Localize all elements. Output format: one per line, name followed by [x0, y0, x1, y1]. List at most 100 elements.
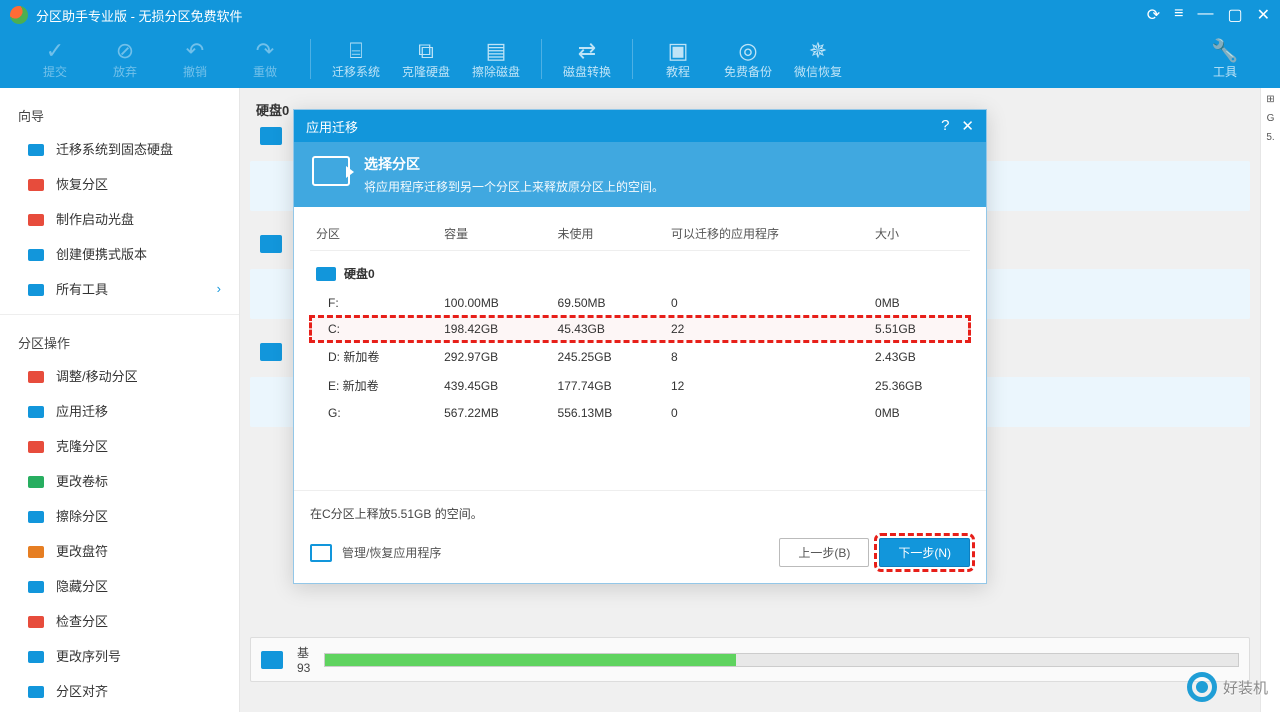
sidebar-icon [28, 247, 46, 261]
sidebar-item-label: 隐藏分区 [56, 576, 108, 595]
release-text: 在C分区上释放5.51GB 的空间。 [294, 490, 986, 528]
redo-icon: ↷ [256, 39, 274, 63]
summary-bar: 基93 [250, 637, 1250, 682]
sidebar-item-op-1[interactable]: 应用迁移 [0, 393, 239, 428]
hdd-icon: ⌸ [349, 39, 362, 63]
sidebar-item-op-5[interactable]: 更改盘符 [0, 533, 239, 568]
sidebar-icon [28, 439, 46, 453]
sidebar-item-wizard-1[interactable]: 恢复分区 [0, 166, 239, 201]
hdd-icon [316, 267, 336, 281]
manage-apps-link[interactable]: 管理/恢复应用程序 [310, 544, 441, 562]
sidebar-item-wizard-4[interactable]: 所有工具 › [0, 271, 239, 306]
discard-button[interactable]: ⊘放弃 [90, 39, 160, 80]
help-icon[interactable]: ? [941, 117, 949, 135]
cell-capacity: 567.22MB [438, 400, 551, 426]
cell-apps: 0 [665, 400, 869, 426]
sidebar-icon [28, 369, 46, 383]
wechat-recover-button[interactable]: ✵微信恢复 [783, 39, 853, 80]
cell-size: 2.43GB [869, 342, 970, 371]
wrench-icon: 🔧 [1211, 39, 1238, 63]
sidebar-item-label: 分区对齐 [56, 681, 108, 700]
app-logo-icon [10, 6, 28, 24]
sidebar-item-label: 检查分区 [56, 611, 108, 630]
cell-capacity: 100.00MB [438, 290, 551, 316]
redo-button[interactable]: ↷重做 [230, 39, 300, 80]
sidebar-item-op-9[interactable]: 分区对齐 [0, 673, 239, 708]
sidebar-item-op-6[interactable]: 隐藏分区 [0, 568, 239, 603]
sidebar-icon [28, 177, 46, 191]
sidebar-item-label: 恢复分区 [56, 174, 108, 193]
cell-unused: 245.25GB [552, 342, 665, 371]
cell-unused: 69.50MB [552, 290, 665, 316]
sidebar-item-op-3[interactable]: 更改卷标 [0, 463, 239, 498]
sidebar-item-label: 制作启动光盘 [56, 209, 134, 228]
disk-convert-button[interactable]: ⇄磁盘转换 [552, 39, 622, 80]
minimize-icon[interactable]: — [1197, 5, 1213, 25]
commit-button[interactable]: ✓提交 [20, 39, 90, 80]
usage-bar [324, 653, 1239, 667]
sidebar-icon [28, 474, 46, 488]
tutorial-button[interactable]: ▣教程 [643, 39, 713, 80]
sidebar-item-label: 所有工具 [56, 279, 108, 298]
partition-table: 分区 容量 未使用 可以迁移的应用程序 大小 硬盘0 F: 100.00MB 6… [310, 217, 970, 426]
cell-unused: 45.43GB [552, 316, 665, 342]
cancel-icon: ⊘ [116, 39, 134, 63]
sidebar-item-wizard-3[interactable]: 创建便携式版本 [0, 236, 239, 271]
summary-basic: 基93 [297, 644, 310, 675]
maximize-icon[interactable]: ▢ [1227, 5, 1242, 25]
right-panel: ⊞ G 5. [1260, 88, 1280, 712]
backup-button[interactable]: ◎免费备份 [713, 39, 783, 80]
next-button[interactable]: 下一步(N) [879, 538, 970, 567]
table-row[interactable]: G: 567.22MB 556.13MB 0 0MB [310, 400, 970, 426]
sidebar-item-op-2[interactable]: 克隆分区 [0, 428, 239, 463]
clone-disk-button[interactable]: ⧉克隆硬盘 [391, 39, 461, 80]
sidebar-item-label: 创建便携式版本 [56, 244, 147, 263]
cell-partition: D: 新加卷 [310, 342, 438, 371]
dialog-body: 分区 容量 未使用 可以迁移的应用程序 大小 硬盘0 F: 100.00MB 6… [294, 207, 986, 430]
cell-size: 25.36GB [869, 371, 970, 400]
col-unused: 未使用 [552, 217, 665, 251]
sidebar-item-label: 擦除分区 [56, 506, 108, 525]
banner-title: 选择分区 [364, 154, 664, 174]
app-migration-dialog: 应用迁移 ? ✕ 选择分区 将应用程序迁移到另一个分区上来释放原分区上的空间。 … [293, 109, 987, 584]
table-row[interactable]: E: 新加卷 439.45GB 177.74GB 12 25.36GB [310, 371, 970, 400]
sidebar-item-wizard-0[interactable]: 迁移系统到固态硬盘 [0, 131, 239, 166]
cell-unused: 556.13MB [552, 400, 665, 426]
table-row[interactable]: D: 新加卷 292.97GB 245.25GB 8 2.43GB [310, 342, 970, 371]
table-row[interactable]: F: 100.00MB 69.50MB 0 0MB [310, 290, 970, 316]
separator [310, 39, 311, 79]
sidebar-item-op-4[interactable]: 擦除分区 [0, 498, 239, 533]
dialog-titlebar: 应用迁移 ? ✕ [294, 110, 986, 142]
sidebar-item-op-10[interactable]: 属性 [0, 708, 239, 712]
grid-icon[interactable]: ⊞ [1263, 94, 1278, 105]
cell-apps: 0 [665, 290, 869, 316]
sidebar-item-wizard-2[interactable]: 制作启动光盘 [0, 201, 239, 236]
sidebar-item-op-7[interactable]: 检查分区 [0, 603, 239, 638]
menu-icon[interactable]: ≡ [1174, 5, 1183, 25]
prev-button[interactable]: 上一步(B) [779, 538, 869, 567]
erase-icon: ▤ [486, 39, 507, 63]
sidebar-item-label: 克隆分区 [56, 436, 108, 455]
undo-button[interactable]: ↶撤销 [160, 39, 230, 80]
migrate-os-button[interactable]: ⌸迁移系统 [321, 39, 391, 80]
drive-letter: G [1263, 113, 1278, 124]
table-row[interactable]: C: 198.42GB 45.43GB 22 5.51GB [310, 316, 970, 342]
sidebar-item-op-0[interactable]: 调整/移动分区 [0, 358, 239, 393]
col-capacity: 容量 [438, 217, 551, 251]
close-icon[interactable]: ✕ [1257, 5, 1270, 25]
partition-ops-header: 分区操作 [0, 323, 239, 358]
wipe-disk-button[interactable]: ▤擦除磁盘 [461, 39, 531, 80]
close-icon[interactable]: ✕ [961, 117, 974, 135]
tools-button[interactable]: 🔧工具 [1190, 39, 1260, 80]
refresh-icon[interactable]: ⟳ [1147, 5, 1160, 25]
cell-capacity: 292.97GB [438, 342, 551, 371]
separator [541, 39, 542, 79]
disk-group-row: 硬盘0 [310, 251, 970, 291]
sidebar-icon [28, 212, 46, 226]
convert-icon: ⇄ [578, 39, 596, 63]
sidebar-icon [28, 142, 46, 156]
wizard-header: 向导 [0, 96, 239, 131]
titlebar: 分区助手专业版 - 无损分区免费软件 ⟳ ≡ — ▢ ✕ [0, 0, 1280, 30]
sidebar-icon [28, 404, 46, 418]
sidebar-item-op-8[interactable]: 更改序列号 [0, 638, 239, 673]
